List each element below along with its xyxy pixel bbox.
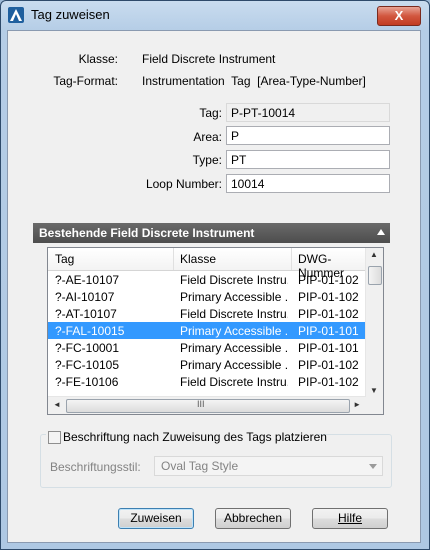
cancel-button[interactable]: Abbrechen bbox=[215, 508, 291, 529]
label-style-select[interactable]: Oval Tag Style bbox=[154, 456, 383, 476]
help-button-label: Hilfe bbox=[337, 511, 362, 525]
type-field[interactable]: PT bbox=[226, 150, 390, 169]
cell-tag: ?-AI-10107 bbox=[55, 290, 115, 304]
horizontal-scroll-thumb[interactable]: III bbox=[66, 399, 350, 413]
cell-klasse: Primary Accessible ... bbox=[180, 290, 288, 304]
cell-tag: ?-FE-10106 bbox=[55, 375, 119, 389]
table-row[interactable]: ?-AE-10107 Field Discrete Instru... PIP-01… bbox=[48, 271, 366, 288]
table-row[interactable]: ?-FE-10106 Field Discrete Instru... PIP-01… bbox=[48, 373, 366, 390]
loop-number-field[interactable]: 10014 bbox=[226, 174, 390, 193]
label-style-value: Oval Tag Style bbox=[161, 459, 239, 473]
tag-field: P-PT-10014 bbox=[226, 103, 390, 122]
place-label-checkbox-label[interactable]: Beschriftung nach Zuweisung des Tags pla… bbox=[63, 430, 327, 444]
cell-dwg: PIP-01-101 bbox=[298, 324, 359, 338]
klasse-label: Klasse: bbox=[78, 52, 118, 66]
column-separator[interactable] bbox=[291, 248, 292, 270]
cell-tag: ?-FC-10001 bbox=[55, 341, 120, 355]
cell-klasse: Field Discrete Instru... bbox=[180, 375, 288, 389]
cell-dwg: PIP-01-102 bbox=[298, 290, 359, 304]
scroll-grip-icon: III bbox=[197, 399, 205, 409]
existing-tags-list[interactable]: Tag Klasse DWG-Nummer ?-AE-10107 Field Di… bbox=[47, 247, 384, 415]
assign-button[interactable]: Zuweisen bbox=[118, 508, 194, 529]
cell-klasse: Primary Accessible ... bbox=[180, 358, 288, 372]
cell-tag: ?-FC-10105 bbox=[55, 358, 120, 372]
vertical-scroll-thumb[interactable] bbox=[368, 266, 382, 285]
cell-dwg: PIP-01-102 bbox=[298, 358, 359, 372]
table-row[interactable]: ?-AT-10107 Field Discrete Instru... PIP-01… bbox=[48, 305, 366, 322]
cell-klasse: Field Discrete Instru... bbox=[180, 307, 288, 321]
type-label: Type: bbox=[192, 153, 222, 167]
help-button[interactable]: Hilfe bbox=[312, 508, 388, 529]
table-row[interactable]: ?-FC-10105 Primary Accessible ... PIP-01-1… bbox=[48, 356, 366, 373]
area-field[interactable]: P bbox=[226, 126, 390, 145]
cell-dwg: PIP-01-102 bbox=[298, 273, 359, 287]
cell-tag: ?-FAL-10015 bbox=[55, 324, 125, 338]
column-header-klasse[interactable]: Klasse bbox=[180, 252, 216, 266]
table-row[interactable]: ?-AI-10107 Primary Accessible ... PIP-01-1… bbox=[48, 288, 366, 305]
title-bar[interactable]: Tag zuweisen X bbox=[1, 1, 429, 29]
label-style-label: Beschriftungsstil: bbox=[50, 460, 141, 474]
vertical-scrollbar[interactable]: ▲ ▼ bbox=[365, 248, 383, 397]
cell-dwg: PIP-01-101 bbox=[298, 341, 359, 355]
collapse-icon[interactable] bbox=[377, 229, 385, 235]
cell-klasse: Field Discrete Instru... bbox=[180, 273, 288, 287]
tag-label: Tag: bbox=[199, 106, 222, 120]
cell-klasse: Primary Accessible ... bbox=[180, 341, 288, 355]
existing-section-header[interactable]: Bestehende Field Discrete Instrument bbox=[33, 223, 390, 243]
scroll-left-icon[interactable]: ◄ bbox=[53, 400, 61, 409]
section-title: Bestehende Field Discrete Instrument bbox=[39, 226, 255, 240]
area-label: Area: bbox=[193, 130, 222, 144]
scroll-up-icon[interactable]: ▲ bbox=[370, 250, 378, 259]
cell-tag: ?-AE-10107 bbox=[55, 273, 120, 287]
column-separator[interactable] bbox=[173, 248, 174, 270]
tagformat-value: Instrumentation Tag [Area-Type-Number] bbox=[142, 74, 366, 88]
klasse-value: Field Discrete Instrument bbox=[142, 52, 276, 66]
cell-klasse: Primary Accessible ... bbox=[180, 324, 288, 338]
cell-dwg: PIP-01-102 bbox=[298, 307, 359, 321]
autocad-app-icon bbox=[8, 7, 24, 23]
scroll-down-icon[interactable]: ▼ bbox=[370, 386, 378, 395]
column-header-tag[interactable]: Tag bbox=[55, 252, 74, 266]
chevron-down-icon[interactable] bbox=[369, 464, 377, 469]
scroll-corner bbox=[366, 397, 383, 414]
window-title: Tag zuweisen bbox=[31, 7, 110, 22]
horizontal-scrollbar[interactable]: ◄ III ► bbox=[48, 396, 366, 414]
table-row[interactable]: ?-FC-10001 Primary Accessible ... PIP-01-1… bbox=[48, 339, 366, 356]
loop-number-label: Loop Number: bbox=[145, 177, 222, 191]
list-header: Tag Klasse DWG-Nummer bbox=[48, 248, 366, 280]
place-label-checkbox[interactable] bbox=[48, 431, 61, 444]
tagformat-label: Tag-Format: bbox=[53, 74, 118, 88]
cell-dwg: PIP-01-102 bbox=[298, 375, 359, 389]
scroll-right-icon[interactable]: ► bbox=[353, 400, 361, 409]
close-button[interactable]: X bbox=[377, 6, 421, 26]
table-row[interactable]: ?-FAL-10015 Primary Accessible ... PIP-01-… bbox=[48, 322, 366, 339]
cell-tag: ?-AT-10107 bbox=[55, 307, 117, 321]
